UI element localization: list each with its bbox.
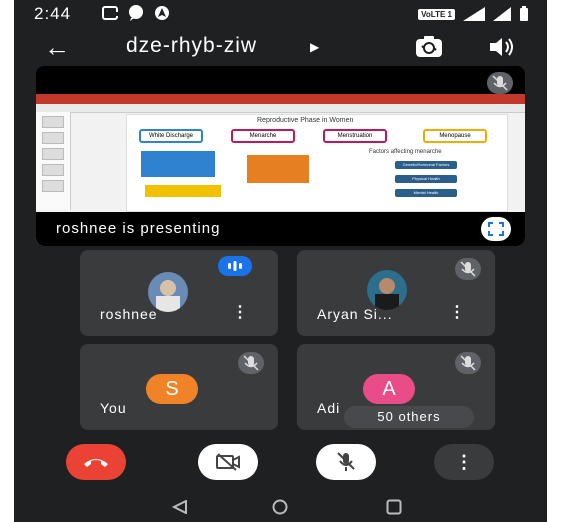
- mic-off-icon: [238, 352, 264, 374]
- camera-toggle-button[interactable]: [198, 444, 258, 480]
- nav-home-icon[interactable]: [272, 499, 288, 515]
- mic-off-icon: [455, 352, 481, 374]
- speaker-icon[interactable]: [488, 34, 518, 60]
- battery-icon: [520, 6, 528, 21]
- status-time: 2:44: [34, 4, 72, 23]
- more-vertical-icon: ⋮: [455, 451, 473, 472]
- participant-name: You: [100, 400, 127, 416]
- app-bar: ← dze-rhyb-ziw ▶: [14, 30, 547, 66]
- participant-name: Adi: [317, 400, 341, 416]
- avatar-initial: S: [146, 374, 198, 404]
- notification-icons: [102, 5, 170, 21]
- factor-item: Physical Health: [395, 175, 457, 183]
- system-icons: VoLTE 1: [418, 6, 529, 22]
- vpn-icon: [155, 6, 169, 20]
- participant-tile-roshnee[interactable]: roshnee ⋮: [80, 250, 278, 336]
- factor-item: Genetic/Hormonal Factors: [395, 161, 457, 169]
- factors-title: Factors affecting menarche: [369, 149, 442, 155]
- more-options-icon[interactable]: ⋮: [449, 302, 465, 322]
- mic-off-icon: [455, 258, 481, 280]
- slide-box: Menarche: [231, 129, 295, 143]
- mic-off-icon: [337, 452, 355, 471]
- presenting-caption-bar: roshnee is presenting: [36, 212, 525, 246]
- slide: Reproductive Phase in Women White Discha…: [126, 114, 508, 212]
- phone-screen: 2:44 VoLTE 1 ← dze-rhyb-ziw ▶ Reproducti…: [14, 0, 547, 522]
- more-options-icon[interactable]: ⋮: [232, 302, 248, 322]
- fullscreen-icon: [488, 222, 504, 236]
- signal-icon: [463, 7, 485, 21]
- participant-tile-you[interactable]: S You: [80, 344, 278, 430]
- camera-off-icon: [216, 453, 240, 471]
- app-toolbar: [36, 104, 525, 113]
- presentation-panel[interactable]: Reproductive Phase in Women White Discha…: [36, 66, 525, 246]
- network-label: VoLTE 1: [418, 8, 455, 20]
- signal2-icon: [493, 7, 511, 21]
- back-arrow-icon[interactable]: ←: [44, 32, 70, 63]
- more-options-button[interactable]: ⋮: [434, 444, 494, 480]
- hang-up-icon: [84, 459, 108, 467]
- chat-icon: [129, 5, 143, 21]
- app-ribbon: [36, 94, 525, 104]
- slide-text-block: [247, 155, 309, 183]
- participant-name: Aryan Si...: [317, 306, 393, 322]
- chevron-right-icon[interactable]: ▶: [310, 40, 319, 54]
- avatar: [367, 270, 407, 310]
- nav-recents-icon[interactable]: [386, 499, 402, 515]
- slide-box: White Discharge: [139, 129, 203, 143]
- system-nav-bar: [14, 490, 547, 522]
- others-count-badge[interactable]: 50 others: [344, 406, 474, 428]
- call-controls: ⋮: [14, 440, 547, 484]
- switch-camera-icon[interactable]: [414, 34, 444, 60]
- factor-item: Mental Health: [395, 189, 457, 197]
- meeting-code[interactable]: dze-rhyb-ziw: [126, 34, 257, 58]
- presenting-caption: roshnee is presenting: [56, 220, 221, 237]
- participant-name: roshnee: [100, 306, 158, 322]
- fullscreen-button[interactable]: [481, 217, 511, 241]
- end-call-button[interactable]: [66, 444, 126, 480]
- mic-toggle-button[interactable]: [316, 444, 376, 480]
- slide-text-block: [145, 185, 221, 197]
- slide-thumbnails: [36, 112, 71, 210]
- speaking-indicator-icon: [218, 256, 252, 276]
- slide-box: Menstruation: [323, 129, 387, 143]
- nav-back-icon[interactable]: [172, 500, 188, 514]
- cast-icon: [102, 6, 118, 20]
- status-bar: 2:44 VoLTE 1: [14, 0, 547, 30]
- slide-box: Menopause: [423, 129, 487, 143]
- slide-title: Reproductive Phase in Women: [257, 117, 354, 124]
- mic-off-icon: [487, 72, 513, 94]
- avatar-initial: A: [363, 374, 415, 404]
- slide-text-block: [141, 151, 215, 177]
- participant-tile-aryan[interactable]: Aryan Si... ⋮: [297, 250, 495, 336]
